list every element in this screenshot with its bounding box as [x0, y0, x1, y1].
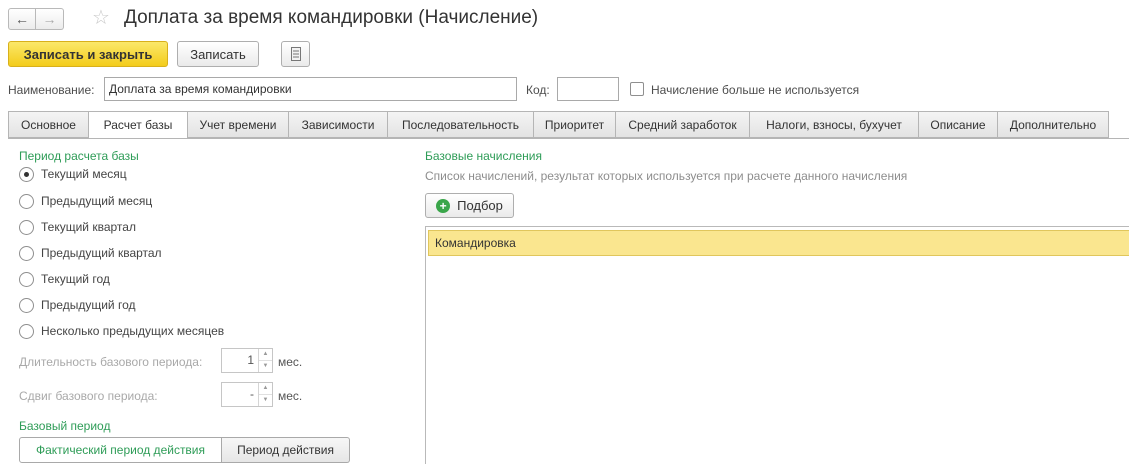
back-button[interactable]: ← [8, 8, 36, 30]
chevron-up-icon[interactable]: ▲ [259, 383, 272, 394]
radio-button[interactable] [19, 245, 34, 261]
accruals-table[interactable]: Командировка [425, 226, 1129, 464]
name-input[interactable]: Доплата за время командировки [104, 77, 517, 101]
star-icon[interactable]: ☆ [92, 6, 110, 30]
tab-base-calculation[interactable]: Расчет базы [88, 111, 187, 139]
radio-previous-year[interactable]: Предыдущий год [19, 296, 135, 314]
shift-value: - [250, 387, 254, 401]
chevron-up-icon[interactable]: ▲ [259, 349, 272, 360]
unused-label: Начисление больше не используется [651, 83, 860, 97]
tab-taxes[interactable]: Налоги, взносы, бухучет [749, 111, 918, 138]
pick-button-label: Подбор [457, 198, 503, 213]
radio-current-quarter[interactable]: Текущий квартал [19, 218, 136, 236]
radio-label: Несколько предыдущих месяцев [41, 324, 225, 338]
radio-current-year[interactable]: Текущий год [19, 270, 110, 288]
name-label: Наименование: [8, 83, 95, 97]
tab-dependencies[interactable]: Зависимости [288, 111, 387, 138]
accruals-description: Список начислений, результат которых исп… [425, 169, 908, 183]
document-list-icon [290, 47, 301, 61]
actual-period-option[interactable]: Фактический период действия [19, 437, 222, 463]
radio-label: Предыдущий квартал [41, 246, 162, 260]
arrow-left-icon: ← [15, 11, 29, 27]
tab-sequence[interactable]: Последовательность [387, 111, 533, 138]
radio-button[interactable] [19, 166, 34, 182]
page-title: Доплата за время командировки (Начислени… [124, 7, 539, 28]
radio-previous-month[interactable]: Предыдущий месяц [19, 192, 152, 210]
shift-unit: мес. [278, 389, 303, 403]
duration-unit: мес. [278, 355, 303, 369]
radio-button[interactable] [19, 271, 34, 287]
save-button[interactable]: Записать [177, 41, 259, 67]
radio-previous-quarter[interactable]: Предыдущий квартал [19, 244, 162, 262]
duration-label: Длительность базового периода: [19, 355, 203, 369]
plus-icon: + [436, 198, 451, 213]
tab-time-accounting[interactable]: Учет времени [187, 111, 288, 138]
radio-button[interactable] [19, 297, 34, 313]
pick-button[interactable]: + Подбор [425, 193, 514, 218]
arrow-right-icon: → [42, 11, 57, 27]
radio-current-month[interactable]: Текущий месяц [19, 165, 127, 183]
radio-label: Предыдущий месяц [41, 194, 153, 208]
chevron-down-icon[interactable]: ▼ [259, 394, 272, 405]
code-input[interactable] [557, 77, 619, 101]
shift-stepper[interactable]: - ▲ ▼ [221, 382, 273, 407]
accruals-title: Базовые начисления [425, 149, 542, 163]
radio-button[interactable] [19, 193, 34, 209]
tab-average-earnings[interactable]: Средний заработок [615, 111, 749, 138]
duration-stepper[interactable]: 1 ▲ ▼ [221, 348, 273, 373]
radio-label: Текущий год [41, 272, 110, 286]
radio-several-months[interactable]: Несколько предыдущих месяцев [19, 322, 224, 340]
unused-checkbox[interactable] [630, 82, 644, 96]
tab-divider [8, 138, 1129, 139]
forward-button[interactable]: → [36, 8, 64, 30]
tab-additional[interactable]: Дополнительно [997, 111, 1109, 138]
radio-button[interactable] [19, 219, 34, 235]
radio-label: Текущий квартал [41, 220, 136, 234]
tab-bar: Основное Расчет базы Учет времени Зависи… [8, 111, 1109, 139]
tab-description[interactable]: Описание [918, 111, 997, 138]
radio-button[interactable] [19, 323, 34, 339]
report-button[interactable] [281, 41, 310, 67]
tab-priority[interactable]: Приоритет [533, 111, 615, 138]
radio-label: Текущий месяц [41, 167, 127, 181]
period-option[interactable]: Период действия [222, 437, 350, 463]
save-and-close-button[interactable]: Записать и закрыть [8, 41, 168, 67]
base-period-title: Базовый период [19, 419, 111, 433]
chevron-down-icon[interactable]: ▼ [259, 360, 272, 371]
table-row[interactable]: Командировка [428, 230, 1129, 256]
shift-label: Сдвиг базового периода: [19, 389, 158, 403]
code-label: Код: [526, 83, 550, 97]
radio-label: Предыдущий год [41, 298, 136, 312]
period-section-title: Период расчета базы [19, 149, 139, 163]
duration-value: 1 [247, 353, 254, 367]
tab-main[interactable]: Основное [8, 111, 88, 138]
base-period-toggle: Фактический период действия Период дейст… [19, 437, 350, 463]
